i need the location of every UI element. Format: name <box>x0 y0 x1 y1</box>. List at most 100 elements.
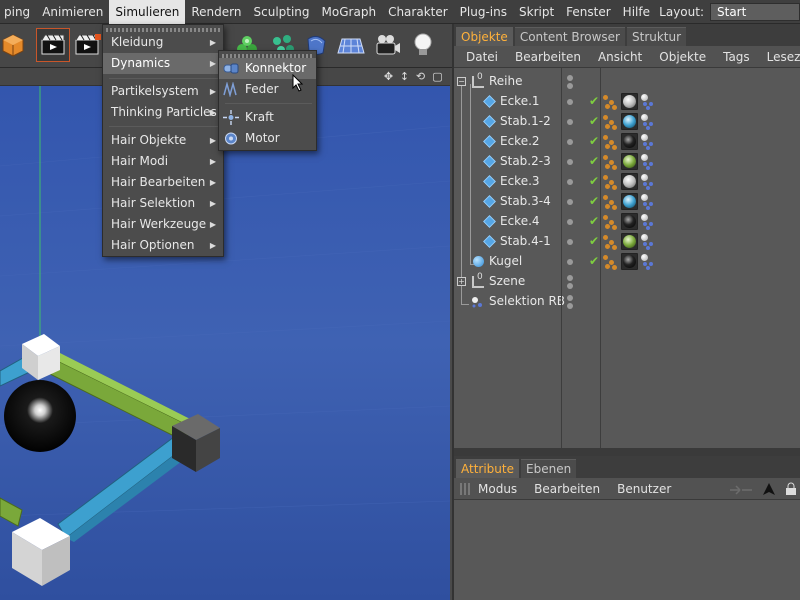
om-menu-datei[interactable]: Datei <box>466 50 498 64</box>
selection-tag-icon[interactable] <box>641 234 655 250</box>
object-row-ecke-1[interactable]: Ecke.1 ✔ <box>454 92 800 112</box>
material-tag-white[interactable] <box>621 93 638 110</box>
am-menu-bearbeiten[interactable]: Bearbeiten <box>534 482 600 496</box>
expand-toggle-icon[interactable]: + <box>457 277 466 286</box>
camera-object-icon[interactable] <box>370 28 404 62</box>
am-menu-benutzer[interactable]: Benutzer <box>617 482 671 496</box>
material-tag-green[interactable] <box>621 153 638 170</box>
selection-tag-icon[interactable] <box>641 154 655 170</box>
tab-objekte[interactable]: Objekte <box>456 27 513 46</box>
selection-tag-icon[interactable] <box>641 194 655 210</box>
rigid-body-tag-icon[interactable] <box>603 255 617 270</box>
panel-splitter[interactable] <box>454 448 800 456</box>
om-menu-tags[interactable]: Tags <box>723 50 750 64</box>
object-row-stab-1-2[interactable]: Stab.1-2 ✔ <box>454 112 800 132</box>
object-row-stab-4-1[interactable]: Stab.4-1 ✔ <box>454 232 800 252</box>
visibility-dot[interactable] <box>567 119 573 125</box>
editor-visibility-dot[interactable] <box>567 275 573 281</box>
menu-hilfe[interactable]: Hilfe <box>617 0 656 24</box>
rigid-body-tag-icon[interactable] <box>603 175 617 190</box>
menu-item-dynamics[interactable]: Dynamics ▶ <box>103 53 223 74</box>
menu-charakter[interactable]: Charakter <box>382 0 454 24</box>
selection-tag-icon[interactable] <box>641 114 655 130</box>
enabled-check-icon[interactable]: ✔ <box>589 254 599 268</box>
selection-tag-icon[interactable] <box>641 254 655 270</box>
tab-content-browser[interactable]: Content Browser <box>514 27 625 46</box>
menu-fenster[interactable]: Fenster <box>560 0 617 24</box>
visibility-dot[interactable] <box>567 99 573 105</box>
render-view-icon[interactable] <box>36 28 70 62</box>
visibility-dot[interactable] <box>567 239 573 245</box>
material-tag-black[interactable] <box>621 213 638 230</box>
menu-item-hair-objekte[interactable]: Hair Objekte ▶ <box>103 130 223 151</box>
floor-object-icon[interactable] <box>334 28 368 62</box>
enabled-check-icon[interactable]: ✔ <box>589 194 599 208</box>
collapse-toggle-icon[interactable]: − <box>457 77 466 86</box>
menu-item-thinking-particles[interactable]: Thinking Particles ▶ <box>103 102 223 123</box>
rigid-body-tag-icon[interactable] <box>603 135 617 150</box>
material-tag-green[interactable] <box>621 233 638 250</box>
selection-tag-icon[interactable] <box>641 214 655 230</box>
menu-skript[interactable]: Skript <box>513 0 560 24</box>
visibility-dot[interactable] <box>567 219 573 225</box>
object-row-ecke-2[interactable]: Ecke.2 ✔ <box>454 132 800 152</box>
object-row-selektion-rb[interactable]: Selektion RB <box>454 292 800 312</box>
om-menu-objekte[interactable]: Objekte <box>659 50 706 64</box>
viewport-scene[interactable] <box>0 86 450 600</box>
material-tag-white[interactable] <box>621 173 638 190</box>
pointer-mode-icon[interactable] <box>762 482 776 496</box>
rigid-body-tag-icon[interactable] <box>603 195 617 210</box>
visibility-dot[interactable] <box>567 159 573 165</box>
material-tag-blue[interactable] <box>621 113 638 130</box>
editor-visibility-dot[interactable] <box>567 75 573 81</box>
panel-grip-icon[interactable] <box>460 482 472 495</box>
material-tag-black[interactable] <box>621 133 638 150</box>
tab-ebenen[interactable]: Ebenen <box>521 459 577 478</box>
visibility-dot[interactable] <box>567 199 573 205</box>
object-row-stab-3-4[interactable]: Stab.3-4 ✔ <box>454 192 800 212</box>
column-divider[interactable] <box>600 68 601 448</box>
rigid-body-tag-icon[interactable] <box>603 155 617 170</box>
rigid-body-tag-icon[interactable] <box>603 235 617 250</box>
editor-visibility-dot[interactable] <box>567 295 573 301</box>
dolly-view-icon[interactable]: ↕ <box>398 70 411 83</box>
lock-element-icon[interactable] <box>784 482 798 496</box>
menu-simulieren[interactable]: Simulieren <box>109 0 186 24</box>
menu-item-hair-modi[interactable]: Hair Modi ▶ <box>103 151 223 172</box>
menu-item-hair-werkzeuge[interactable]: Hair Werkzeuge ▶ <box>103 214 223 235</box>
enabled-check-icon[interactable]: ✔ <box>589 174 599 188</box>
visibility-dot[interactable] <box>567 179 573 185</box>
menu-item-hair-selektion[interactable]: Hair Selektion ▶ <box>103 193 223 214</box>
om-menu-lesezeichen[interactable]: Lesezeichen <box>767 50 800 64</box>
cube-tool-icon[interactable] <box>0 28 30 62</box>
am-menu-modus[interactable]: Modus <box>478 482 517 496</box>
menu-item-motor[interactable]: Motor <box>219 128 316 149</box>
render-visibility-dot[interactable] <box>567 83 573 89</box>
tab-struktur[interactable]: Struktur <box>627 27 687 46</box>
object-row-stab-2-3[interactable]: Stab.2-3 ✔ <box>454 152 800 172</box>
enabled-check-icon[interactable]: ✔ <box>589 94 599 108</box>
render-picture-icon[interactable] <box>70 28 104 62</box>
menu-mograph[interactable]: MoGraph <box>316 0 383 24</box>
enabled-check-icon[interactable]: ✔ <box>589 234 599 248</box>
menu-item-hair-bearbeiten[interactable]: Hair Bearbeiten ▶ <box>103 172 223 193</box>
tab-attribute[interactable]: Attribute <box>456 459 519 478</box>
render-visibility-dot[interactable] <box>567 303 573 309</box>
enabled-check-icon[interactable]: ✔ <box>589 114 599 128</box>
visibility-dot[interactable] <box>567 139 573 145</box>
rigid-body-tag-icon[interactable] <box>603 95 617 110</box>
menu-item-kleidung[interactable]: Kleidung ▶ <box>103 32 223 53</box>
rigid-body-tag-icon[interactable] <box>603 215 617 230</box>
menu-item-partikelsystem[interactable]: Partikelsystem ▶ <box>103 81 223 102</box>
material-tag-blue[interactable] <box>621 193 638 210</box>
menu-sculpting[interactable]: Sculpting <box>248 0 316 24</box>
menu-item-kraft[interactable]: Kraft <box>219 107 316 128</box>
render-visibility-dot[interactable] <box>567 283 573 289</box>
menu-rendern[interactable]: Rendern <box>185 0 247 24</box>
object-row-reihe[interactable]: − 0 Reihe <box>454 72 800 92</box>
menu-ping[interactable]: ping <box>0 0 36 24</box>
column-divider[interactable] <box>561 68 562 448</box>
menu-item-hair-optionen[interactable]: Hair Optionen ▶ <box>103 235 223 256</box>
layout-select[interactable]: Start <box>710 3 800 21</box>
move-view-icon[interactable]: ✥ <box>382 70 395 83</box>
